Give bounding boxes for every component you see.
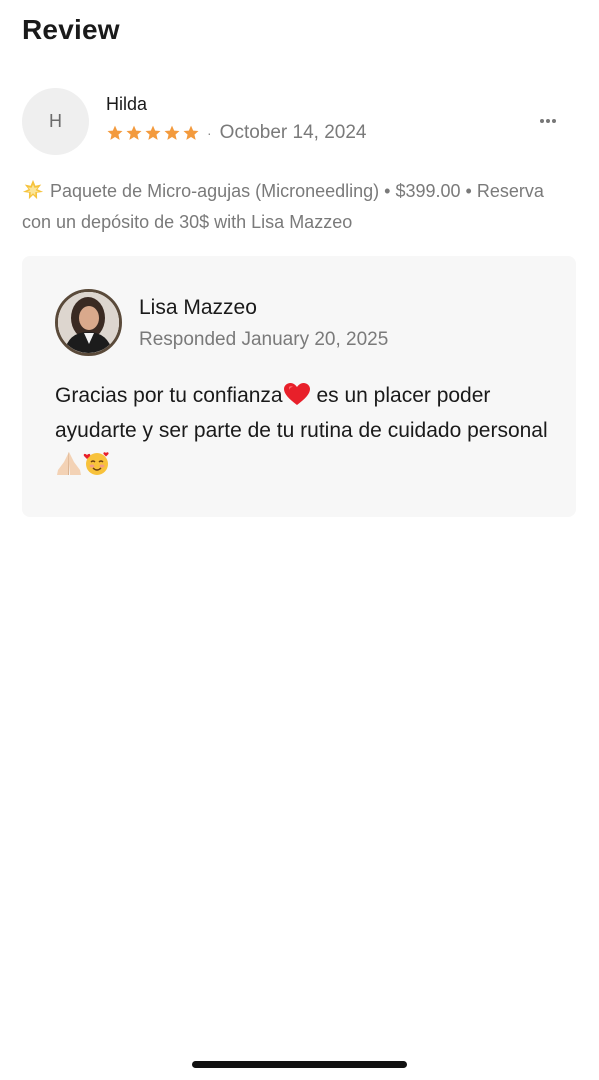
page-title: Review [22, 14, 120, 45]
folded-hands-icon [57, 452, 81, 475]
star-icon [164, 125, 180, 140]
star-icon [145, 125, 161, 140]
more-horizontal-icon [540, 119, 556, 123]
response-text: Gracias por tu confianza es un placer po… [55, 378, 555, 483]
service-text: Paquete de Micro-agujas (Microneedling) … [22, 181, 544, 232]
more-options-button[interactable] [536, 114, 560, 128]
rating-row: · October 14, 2024 [106, 122, 367, 144]
responder-name: Lisa Mazzeo [139, 296, 257, 319]
star-icon [126, 125, 142, 140]
review-header: H Hilda · October 14, 2024 [22, 88, 578, 156]
separator-dot: · [207, 125, 212, 141]
responder-photo [58, 292, 119, 353]
red-heart-icon [283, 383, 310, 405]
star-icon [183, 125, 199, 140]
responded-date: Responded January 20, 2025 [139, 329, 389, 350]
responder-avatar [55, 289, 122, 356]
response-text-part1: Gracias por tu confianza [55, 384, 283, 407]
sparkle-star-icon [22, 179, 44, 200]
reviewer-avatar: H [22, 88, 89, 155]
service-details: Paquete de Micro-agujas (Microneedling) … [22, 176, 562, 238]
star-icon [107, 125, 123, 140]
home-indicator[interactable] [192, 1061, 407, 1068]
smiling-face-with-hearts-icon [83, 452, 109, 475]
star-rating [106, 124, 200, 142]
review-date: October 14, 2024 [219, 122, 367, 143]
reviewer-name: Hilda [106, 94, 148, 114]
owner-response-card: Lisa Mazzeo Responded January 20, 2025 G… [22, 256, 576, 517]
